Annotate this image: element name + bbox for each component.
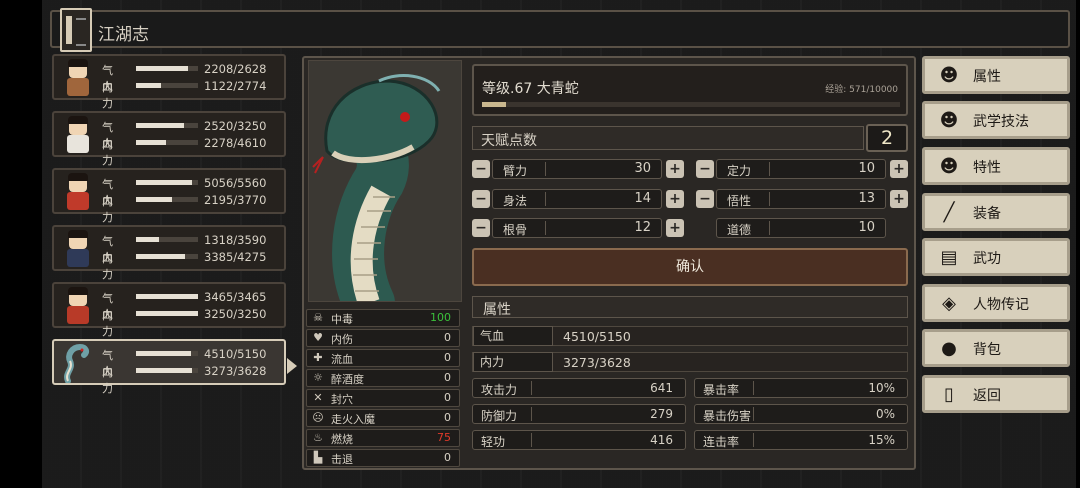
decrease-constitution-button[interactable]: −	[472, 219, 490, 237]
attr-strength: 臂力 30	[492, 159, 662, 179]
menu-back-button[interactable]: ▯ 返回	[922, 375, 1070, 413]
increase-composure-button[interactable]: +	[890, 160, 908, 178]
attr-composure: 定力 10	[716, 159, 886, 179]
status-knockback: ▙ 击退 0	[306, 449, 460, 467]
selection-arrow-icon	[287, 358, 297, 374]
door-icon: ▯	[944, 384, 954, 405]
roster-card-3[interactable]: 气血 5056/5560 内力 2195/3770	[52, 168, 286, 224]
broken-heart-icon: ♥	[313, 331, 323, 344]
person-icon: ☻	[939, 65, 959, 86]
prop-defense: 防御力 279	[472, 404, 686, 424]
increase-insight-button[interactable]: +	[890, 190, 908, 208]
book-icon	[60, 8, 92, 52]
needle-icon: ✕	[313, 391, 323, 404]
boot-icon: ▙	[313, 451, 323, 464]
menu-bag-button[interactable]: ● 背包	[922, 329, 1070, 367]
increase-constitution-button[interactable]: +	[666, 219, 684, 237]
traits-icon: ☻	[939, 156, 959, 177]
properties-header: 属性	[472, 296, 908, 318]
status-internal-injury: ♥ 内伤 0	[306, 329, 460, 347]
skull-icon: ☠	[313, 311, 323, 324]
menu-equipment-button[interactable]: ╱ 装备	[922, 193, 1070, 231]
status-drunk: ☼ 醉酒度 0	[306, 369, 460, 387]
increase-strength-button[interactable]: +	[666, 160, 684, 178]
menu-attributes-button[interactable]: ☻ 属性	[922, 56, 1070, 94]
menu-biography-button[interactable]: ◈ 人物传记	[922, 284, 1070, 322]
bag-icon: ●	[941, 338, 957, 359]
talent-points-label-box: 天赋点数	[472, 126, 864, 150]
status-burn: ♨ 燃烧 75	[306, 429, 460, 447]
manual-icon: ▤	[940, 247, 958, 268]
roster-card-5[interactable]: 气血 3465/3465 内力 3250/3250	[52, 282, 286, 338]
menu-traits-button[interactable]: ☻ 特性	[922, 147, 1070, 185]
left-margin	[0, 0, 42, 488]
character-avatar-icon	[60, 172, 96, 212]
dizzy-icon: ☼	[313, 371, 323, 384]
prop-combo-rate: 连击率 15%	[694, 430, 908, 450]
exp-text: 经验: 571/10000	[825, 85, 898, 95]
status-poison: ☠ 中毒 100	[306, 309, 460, 327]
sword-icon: ╱	[943, 202, 955, 223]
decrease-agility-button[interactable]: −	[472, 190, 490, 208]
decrease-insight-button[interactable]: −	[696, 190, 714, 208]
prop-agility: 轻功 416	[472, 430, 686, 450]
prop-crit-damage: 暴击伤害 0%	[694, 404, 908, 424]
status-sealed-points: ✕ 封穴 0	[306, 389, 460, 407]
roster-card-1[interactable]: 气血 2208/2628 内力 1122/2774	[52, 54, 286, 110]
decrease-strength-button[interactable]: −	[472, 160, 490, 178]
status-bleed: ✚ 流血 0	[306, 349, 460, 367]
character-portrait	[308, 60, 462, 302]
menu-martial-skills-button[interactable]: ☻ 武学技法	[922, 101, 1070, 139]
talent-points-value: 2	[866, 124, 908, 152]
confirm-button[interactable]: 确认	[472, 248, 908, 286]
increase-agility-button[interactable]: +	[666, 190, 684, 208]
roster-card-6-selected[interactable]: 气血 4510/5150 内力 3273/3628	[52, 339, 286, 395]
prop-crit-rate: 暴击率 10%	[694, 378, 908, 398]
roster-card-4[interactable]: 气血 1318/3590 内力 3385/4275	[52, 225, 286, 281]
character-avatar-icon	[60, 286, 96, 326]
level-name: 等级.67 大青蛇	[482, 81, 579, 97]
character-avatar-icon	[60, 58, 96, 98]
demon-face-icon: ☹	[312, 411, 324, 424]
prop-mp-row: 内力 3273/3628	[472, 352, 908, 372]
snake-avatar-icon	[60, 343, 96, 384]
attr-morality: 道德 10	[716, 218, 886, 238]
roster-card-2[interactable]: 气血 2520/3250 内力 2278/4610	[52, 111, 286, 167]
biography-icon: ◈	[942, 293, 956, 314]
prop-hp-row: 气血 4510/5150	[472, 326, 908, 346]
page-title: 江湖志	[98, 25, 149, 45]
prop-attack: 攻击力 641	[472, 378, 686, 398]
blood-drop-icon: ✚	[313, 351, 323, 364]
level-box: 等级.67 大青蛇 经验: 571/10000	[472, 64, 908, 116]
flame-icon: ♨	[313, 431, 323, 444]
menu-kungfu-button[interactable]: ▤ 武功	[922, 238, 1070, 276]
martial-skills-icon: ☻	[939, 110, 959, 131]
decrease-composure-button[interactable]: −	[696, 160, 714, 178]
attr-constitution: 根骨 12	[492, 218, 662, 238]
attr-insight: 悟性 13	[716, 189, 886, 209]
character-avatar-icon	[60, 229, 96, 269]
status-qi-deviation: ☹ 走火入魔 0	[306, 409, 460, 427]
top-bar: 江湖志	[50, 8, 1070, 52]
right-margin	[1076, 0, 1080, 488]
exp-bar	[482, 102, 900, 107]
character-avatar-icon	[60, 115, 96, 155]
attr-agility: 身法 14	[492, 189, 662, 209]
